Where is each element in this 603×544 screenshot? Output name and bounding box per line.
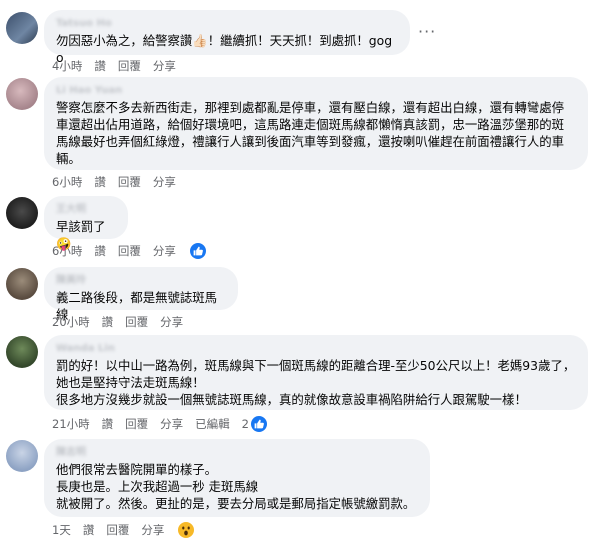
like-button[interactable]: 讚	[102, 416, 114, 432]
like-button[interactable]: 讚	[102, 314, 114, 330]
comment-author[interactable]: Tatsuo Ho	[56, 17, 398, 30]
comment-actions: 1天 讚 回覆 分享	[52, 522, 206, 538]
reply-button[interactable]: 回覆	[125, 416, 148, 432]
like-button[interactable]: 讚	[83, 522, 95, 538]
reaction-count[interactable]: 2	[242, 416, 249, 432]
comment-text: 警察怎麼不多去新西街走，那裡到處都亂是停車，還有壓白線，還有超出白線，還有轉彎處…	[56, 100, 565, 166]
reply-button[interactable]: 回覆	[125, 314, 148, 330]
reply-button[interactable]: 回覆	[106, 522, 129, 538]
share-button[interactable]: 分享	[153, 174, 176, 190]
share-button[interactable]: 分享	[153, 243, 176, 259]
comment-bubble: 陳志明 他們很常去醫院開單的樣子。 長庚也是。上次我超過一秒 走斑馬線 就被開了…	[44, 439, 430, 517]
comment-text: 他們很常去醫院開單的樣子。 長庚也是。上次我超過一秒 走斑馬線 就被開了。然後。…	[56, 462, 416, 511]
avatar[interactable]	[6, 197, 38, 229]
reply-button[interactable]: 回覆	[118, 174, 141, 190]
comment-actions: 4小時 讚 回覆 分享	[52, 58, 188, 74]
comment-author[interactable]: 陳美玲	[56, 274, 226, 287]
comment-text: 罰的好！以中山一路為例，斑馬線與下一個斑馬線的距離合理-至少50公尺以上！老媽9…	[56, 358, 576, 407]
share-button[interactable]: 分享	[160, 314, 183, 330]
comment-time[interactable]: 6小時	[52, 243, 82, 259]
comment-bubble: Li Hao Yuan 警察怎麼不多去新西街走，那裡到處都亂是停車，還有壓白線，…	[44, 77, 588, 170]
edited-label: 已編輯	[195, 417, 230, 431]
like-icon[interactable]	[250, 416, 267, 432]
comment-actions: 21小時 讚 回覆 分享 已編輯 2	[52, 416, 279, 432]
like-button[interactable]: 讚	[94, 58, 106, 74]
comment-bubble: Tatsuo Ho 勿因惡小為之，給警察讚👍🏻！繼續抓！天天抓！到處抓！gogo	[44, 10, 410, 65]
wow-icon[interactable]	[178, 522, 195, 538]
comment-actions: 20小時 讚 回覆 分享	[52, 314, 195, 330]
comment-bubble: Wanda Lin 罰的好！以中山一路為例，斑馬線與下一個斑馬線的距離合理-至少…	[44, 335, 588, 410]
comment-author[interactable]: Li Hao Yuan	[56, 84, 576, 97]
comment-bubble: 陳美玲 義二路後段，都是無號誌斑馬線	[44, 267, 238, 322]
comment-time[interactable]: 1天	[52, 522, 71, 538]
comment-time[interactable]: 21小時	[52, 416, 90, 432]
share-button[interactable]: 分享	[160, 416, 183, 432]
share-button[interactable]: 分享	[141, 522, 164, 538]
like-button[interactable]: 讚	[94, 174, 106, 190]
comment-author[interactable]: Wanda Lin	[56, 342, 576, 355]
avatar[interactable]	[6, 440, 38, 472]
comment-bubble: 王大明 早該罰了🤪	[44, 196, 128, 251]
like-button[interactable]: 讚	[94, 243, 106, 259]
more-options-icon[interactable]: ···	[418, 22, 436, 41]
avatar[interactable]	[6, 336, 38, 368]
reply-button[interactable]: 回覆	[118, 243, 141, 259]
comment-author[interactable]: 陳志明	[56, 446, 418, 459]
avatar[interactable]	[6, 268, 38, 300]
comment-time[interactable]: 20小時	[52, 314, 90, 330]
share-button[interactable]: 分享	[153, 58, 176, 74]
comment-time[interactable]: 4小時	[52, 58, 82, 74]
comment-actions: 6小時 讚 回覆 分享	[52, 243, 218, 259]
avatar[interactable]	[6, 78, 38, 110]
like-icon[interactable]	[189, 243, 206, 259]
comment-author[interactable]: 王大明	[56, 203, 116, 216]
comment-time[interactable]: 6小時	[52, 174, 82, 190]
avatar[interactable]	[6, 12, 38, 44]
comment-actions: 6小時 讚 回覆 分享	[52, 174, 188, 190]
reply-button[interactable]: 回覆	[118, 58, 141, 74]
